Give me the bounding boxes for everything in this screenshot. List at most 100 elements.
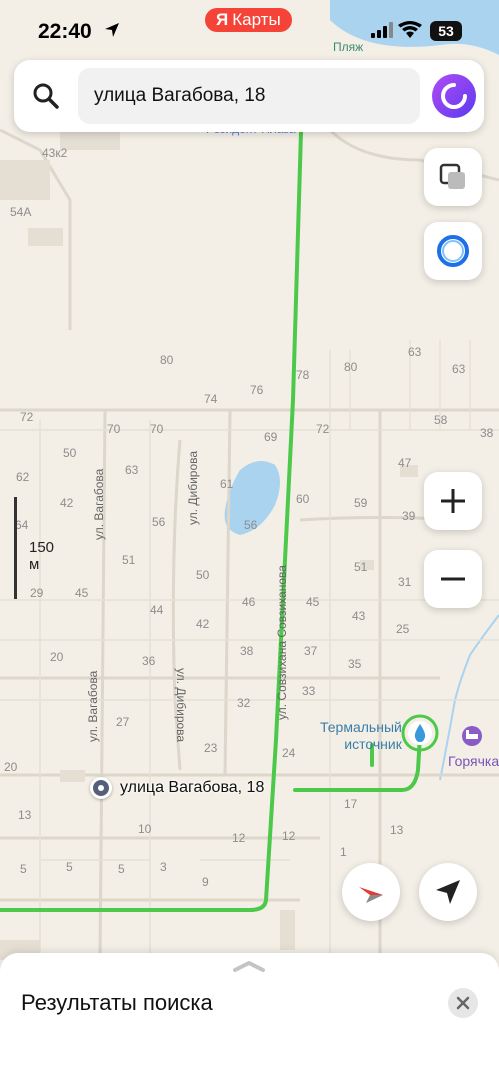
house-number: 43 <box>352 609 366 623</box>
house-number: 69 <box>264 430 278 444</box>
house-number: 10 <box>138 822 152 836</box>
sheet-title: Результаты поиска <box>21 990 213 1015</box>
navigation-arrow-icon <box>436 880 460 904</box>
sheet-handle-chevron-up-icon[interactable] <box>231 959 267 973</box>
house-number: 38 <box>240 644 254 658</box>
house-number: 54А <box>10 205 32 219</box>
street-label-sovzikhanova: ул. Совзихана Совзиханова <box>275 565 289 720</box>
compass-button[interactable] <box>342 863 400 921</box>
house-number: 27 <box>116 715 130 729</box>
house-number: 1 <box>340 845 347 859</box>
status-time: 22:40 <box>38 20 92 43</box>
search-input[interactable]: улица Вагабова, 18 <box>78 68 420 124</box>
house-number: 24 <box>282 746 296 760</box>
house-number: 12 <box>282 829 296 843</box>
search-result-pin[interactable]: улица Вагабова, 18 <box>90 777 264 799</box>
house-number: 64 <box>15 518 29 532</box>
house-number: 72 <box>20 410 34 424</box>
house-number: 45 <box>306 595 320 609</box>
layers-icon <box>439 163 465 189</box>
house-number: 70 <box>107 422 121 436</box>
house-number: 25 <box>396 622 410 636</box>
house-number: 72 <box>316 422 330 436</box>
house-number: 17 <box>344 797 358 811</box>
house-number: 46 <box>242 595 256 609</box>
house-number: 58 <box>434 413 448 427</box>
house-number: 63 <box>452 362 466 376</box>
house-number: 39 <box>402 509 416 523</box>
house-number: 35 <box>348 657 362 671</box>
close-icon <box>456 996 470 1010</box>
house-number: 50 <box>196 568 210 582</box>
search-results-sheet[interactable]: Результаты поиска <box>0 953 499 1080</box>
house-number: 5 <box>20 862 27 876</box>
zoom-out-button[interactable] <box>424 550 482 608</box>
house-number: 20 <box>4 760 18 774</box>
alice-ring-icon <box>437 235 469 267</box>
house-number: 23 <box>204 741 218 755</box>
street-label-dibirova: ул. Дибирова <box>186 450 200 525</box>
house-number: 63 <box>125 463 139 477</box>
house-number: 42 <box>60 496 74 510</box>
location-arrow-icon <box>105 23 119 37</box>
plus-icon <box>441 489 465 513</box>
app-brand-badge: Я Карты <box>205 8 292 32</box>
house-number: 45 <box>75 586 89 600</box>
map-label-beach: Пляж <box>333 40 364 54</box>
house-number: 33 <box>302 684 316 698</box>
layers-button[interactable] <box>424 148 482 206</box>
brand-logo: Я <box>216 10 229 29</box>
house-number: 50 <box>63 446 77 460</box>
search-bar: улица Вагабова, 18 <box>14 60 484 132</box>
house-number: 78 <box>296 368 310 382</box>
alice-voice-button[interactable] <box>424 222 482 280</box>
search-query-text: улица Вагабова, 18 <box>94 85 266 106</box>
compass-icon <box>359 887 383 903</box>
battery-indicator: 53 <box>430 21 462 41</box>
pin-address-label: улица Вагабова, 18 <box>120 779 265 796</box>
house-number: 59 <box>354 496 368 510</box>
poi-hotel-label[interactable]: Горячка <box>448 753 499 769</box>
house-number: 44 <box>150 603 164 617</box>
house-number: 31 <box>398 575 412 589</box>
wifi-icon <box>398 21 422 38</box>
house-number: 38 <box>480 426 494 440</box>
status-bar: 22:40 Я Карты 53 Пляж <box>0 0 499 56</box>
search-icon[interactable] <box>32 82 60 110</box>
house-number: 37 <box>304 644 318 658</box>
house-number: 43к2 <box>42 146 68 160</box>
house-number: 5 <box>66 860 73 874</box>
house-number: 13 <box>18 808 32 822</box>
house-number: 80 <box>344 360 358 374</box>
house-number: 76 <box>250 383 264 397</box>
scale-bar <box>14 497 17 599</box>
house-number: 47 <box>398 456 412 470</box>
house-number: 62 <box>16 470 30 484</box>
house-number: 74 <box>204 392 218 406</box>
my-location-button[interactable] <box>419 863 477 921</box>
house-number: 56 <box>152 515 166 529</box>
minus-icon <box>441 577 465 581</box>
house-number: 3 <box>160 860 167 874</box>
poi-thermal-spring-label[interactable]: Термальный источник <box>320 719 402 753</box>
zoom-in-button[interactable] <box>424 472 482 530</box>
street-label-dibirova: ул. Дибирова <box>174 668 188 743</box>
house-number: 42 <box>196 617 210 631</box>
house-number: 32 <box>237 696 251 710</box>
house-number: 29 <box>30 586 44 600</box>
house-number: 63 <box>408 345 422 359</box>
house-number: 13 <box>390 823 404 837</box>
house-number: 80 <box>160 353 174 367</box>
house-number: 61 <box>220 477 234 491</box>
location-pin-icon <box>90 777 112 799</box>
house-number: 56 <box>244 518 258 532</box>
brand-name: Карты <box>232 10 281 29</box>
house-number: 9 <box>202 875 209 889</box>
house-number: 20 <box>50 650 64 664</box>
alice-assistant-icon[interactable] <box>432 74 476 118</box>
close-button[interactable] <box>448 988 478 1018</box>
house-number: 51 <box>122 553 136 567</box>
house-number: 70 <box>150 422 164 436</box>
scale-label: 150 м <box>29 539 55 573</box>
house-number: 12 <box>232 831 246 845</box>
